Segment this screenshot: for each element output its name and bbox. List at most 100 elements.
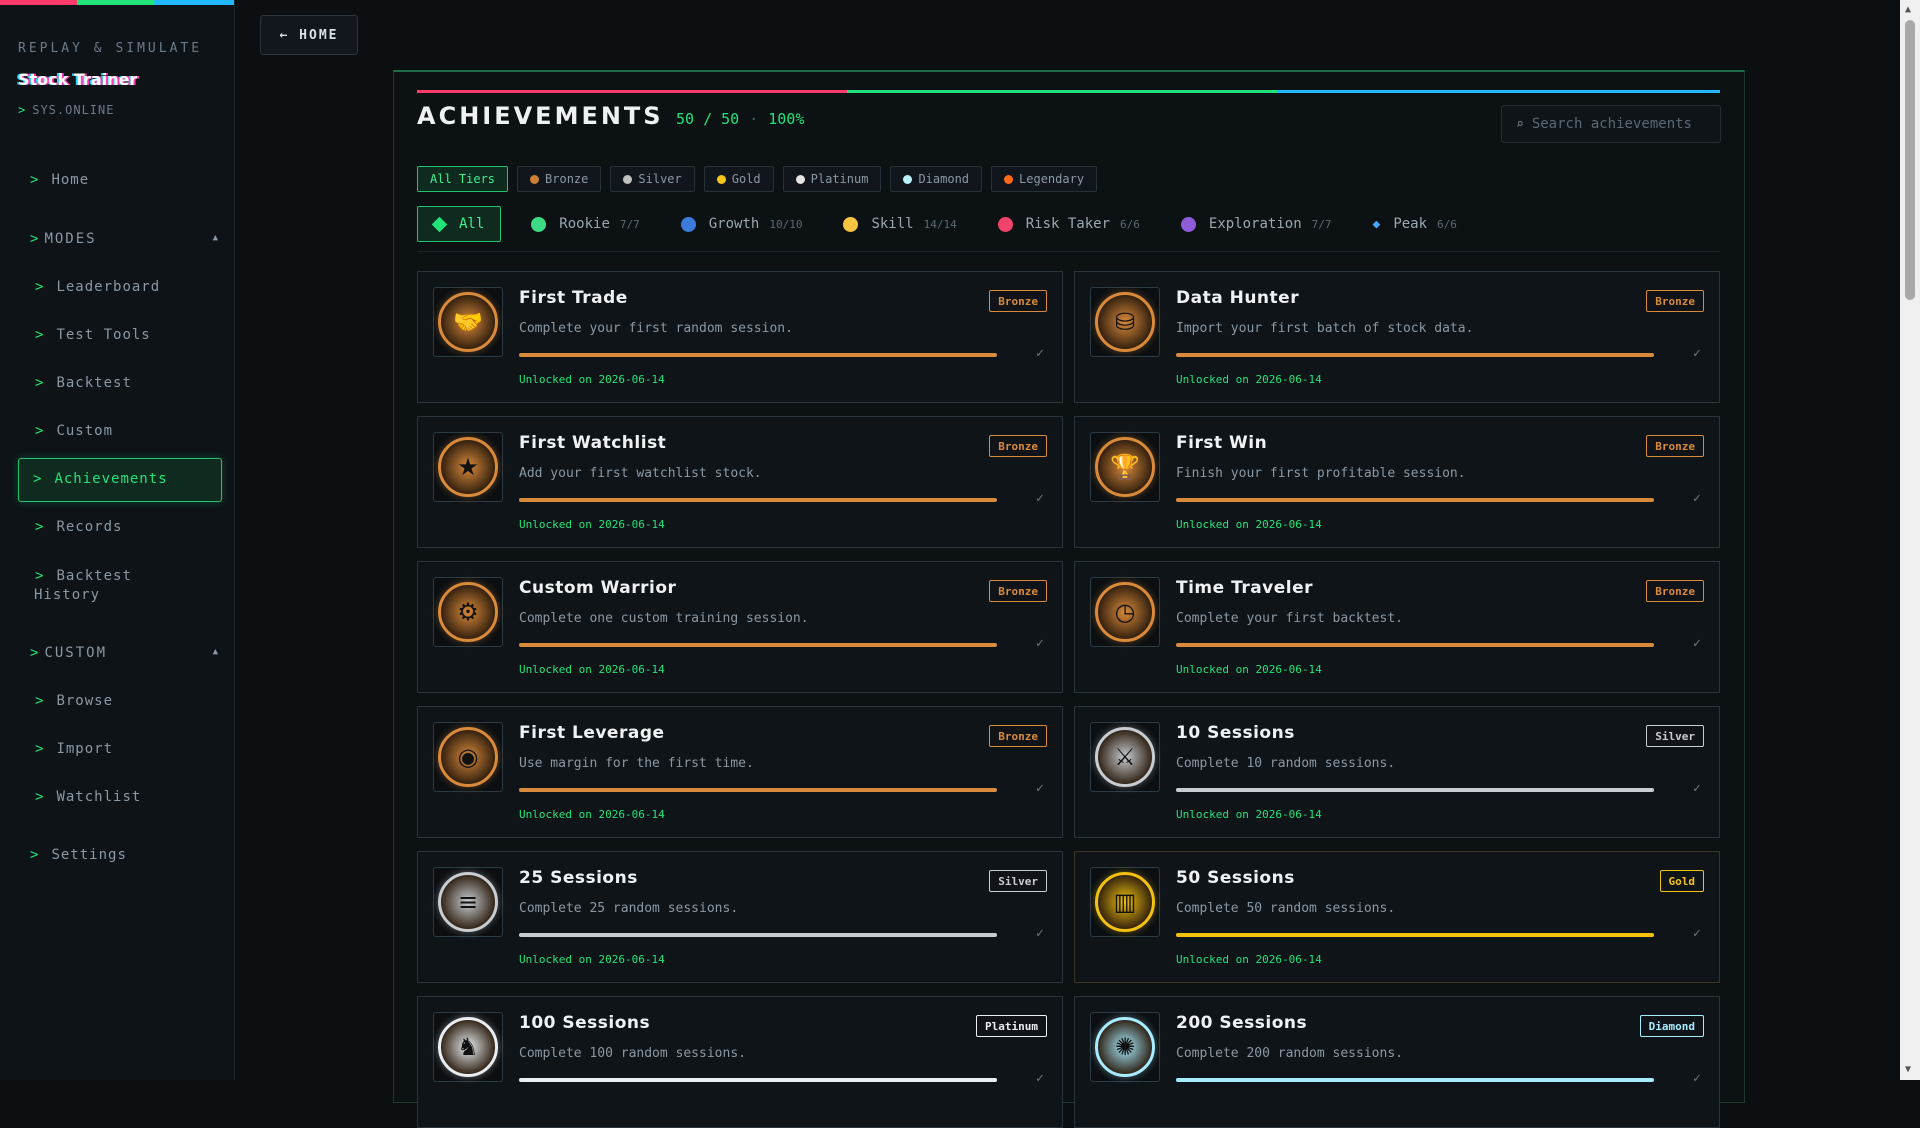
- category-filter-label: All: [459, 216, 485, 232]
- tier-filter-legendary[interactable]: Legendary: [991, 166, 1098, 192]
- scroll-up-icon[interactable]: ▲: [1905, 4, 1911, 15]
- prompt-glyph: >: [33, 471, 43, 487]
- database-icon: ⛁: [1095, 292, 1155, 352]
- scrollbar-thumb[interactable]: [1905, 20, 1915, 300]
- tier-dot-icon: [903, 174, 913, 184]
- sidebar-item-backtest[interactable]: > Backtest: [35, 375, 132, 391]
- star-icon: ★: [438, 437, 498, 497]
- achievement-title: First Trade: [519, 288, 628, 308]
- progress-fill: [519, 353, 997, 357]
- tier-badge: Bronze: [989, 290, 1047, 312]
- progress-fill: [1176, 498, 1654, 502]
- achievement-card[interactable]: ⚙ Custom Warrior Complete one custom train…: [417, 561, 1063, 693]
- sidebar-section-modes[interactable]: > MODES ▲: [30, 231, 220, 247]
- sidebar-item-records[interactable]: > Records: [35, 519, 122, 535]
- tier-filter-bronze[interactable]: Bronze: [517, 166, 602, 192]
- achievement-title: 10 Sessions: [1176, 723, 1295, 743]
- check-icon: ✓: [1693, 926, 1701, 941]
- category-filter-all[interactable]: All: [417, 206, 502, 242]
- category-filter-risk-taker[interactable]: Risk Taker 6/6: [997, 216, 1140, 232]
- tier-badge: Bronze: [1646, 435, 1704, 457]
- progress-fill: [1176, 788, 1654, 792]
- tier-dot-icon: [623, 174, 633, 184]
- achievement-card[interactable]: ♞ 100 Sessions Complete 100 random session…: [417, 996, 1063, 1128]
- sidebar-item-browse[interactable]: > Browse: [35, 693, 113, 709]
- sidebar-item-backtest-history[interactable]: > Backtest History: [34, 567, 132, 605]
- sidebar-item-achievements[interactable]: > Achievements: [18, 458, 222, 502]
- achievement-description: Complete 200 random sessions.: [1176, 1046, 1403, 1061]
- sidebar-section-custom[interactable]: > CUSTOM ▲: [30, 645, 220, 661]
- coins-icon: ◉: [438, 727, 498, 787]
- tier-filter-all-tiers[interactable]: All Tiers: [417, 166, 509, 192]
- achievement-card[interactable]: 🤝 First Trade Complete your first random s…: [417, 271, 1063, 403]
- achievement-badge: ⚙: [433, 577, 503, 647]
- sidebar-item-label: Browse: [56, 693, 114, 709]
- achievement-badge: ◉: [433, 722, 503, 792]
- prompt-glyph: >: [35, 789, 45, 805]
- category-filter-peak[interactable]: ◆ Peak 6/6: [1373, 216, 1457, 232]
- prompt-glyph: >: [30, 231, 41, 247]
- scrollbar[interactable]: ▲ ▼: [1900, 0, 1920, 1080]
- tier-filter-diamond[interactable]: Diamond: [890, 166, 983, 192]
- sidebar-item-label: Watchlist: [56, 789, 142, 805]
- search-input[interactable]: ⌕ Search achievements: [1501, 105, 1721, 143]
- tier-badge: Platinum: [976, 1015, 1047, 1037]
- achievement-card[interactable]: ★ First Watchlist Add your first watchlist…: [417, 416, 1063, 548]
- tally-icon: ≡: [438, 872, 498, 932]
- prompt-glyph: >: [30, 172, 40, 188]
- sidebar-item-label: Leaderboard: [56, 279, 161, 295]
- tier-dot-icon: [716, 174, 726, 184]
- unlocked-percent: 100%: [768, 110, 805, 128]
- gem-icon: ◆: [1372, 216, 1381, 232]
- tier-badge: Silver: [989, 870, 1047, 892]
- category-filter-label: Rookie: [559, 216, 610, 232]
- check-icon: ✓: [1693, 346, 1701, 361]
- achievement-card[interactable]: ◉ First Leverage Use margin for the first …: [417, 706, 1063, 838]
- check-icon: ✓: [1693, 1071, 1701, 1086]
- achievement-card[interactable]: ≡ 25 Sessions Complete 25 random sessions.…: [417, 851, 1063, 983]
- achievement-description: Use margin for the first time.: [519, 756, 754, 771]
- progress-fill: [519, 498, 997, 502]
- search-icon: ⌕: [1516, 116, 1524, 132]
- sword-icon: ⚔: [1095, 727, 1155, 787]
- achievement-card[interactable]: ✺ 200 Sessions Complete 200 random session…: [1074, 996, 1720, 1128]
- achievement-card[interactable]: ⛁ Data Hunter Import your first batch of s…: [1074, 271, 1720, 403]
- category-filter-growth[interactable]: Growth 10/10: [680, 216, 802, 232]
- sidebar-item-test-tools[interactable]: > Test Tools: [35, 327, 151, 343]
- sidebar-item-import[interactable]: > Import: [35, 741, 113, 757]
- sidebar-item-label: Backtest: [56, 568, 132, 584]
- home-button[interactable]: ← HOME: [260, 15, 358, 55]
- sidebar-item-settings[interactable]: > Settings: [30, 847, 127, 863]
- achievement-badge: ⚔: [1090, 722, 1160, 792]
- achievement-title: 50 Sessions: [1176, 868, 1295, 888]
- progress-bar: [519, 1078, 997, 1082]
- sidebar-item-leaderboard[interactable]: > Leaderboard: [35, 279, 160, 295]
- check-icon: ✓: [1693, 636, 1701, 651]
- category-filter-exploration[interactable]: Exploration 7/7: [1180, 216, 1332, 232]
- category-filter-skill[interactable]: Skill 14/14: [843, 216, 957, 232]
- achievement-card[interactable]: ◷ Time Traveler Complete your first backte…: [1074, 561, 1720, 693]
- sidebar-item-custom[interactable]: > Custom: [35, 423, 113, 439]
- sidebar-item-home[interactable]: > Home: [30, 172, 89, 188]
- tier-filter-platinum[interactable]: Platinum: [782, 166, 882, 192]
- burst-icon: ✺: [1095, 1017, 1155, 1077]
- sidebar-item-label: Import: [56, 741, 114, 757]
- achievement-badge: ♞: [433, 1012, 503, 1082]
- sidebar-item-label: Settings: [51, 847, 127, 863]
- progress-bar: [519, 643, 997, 647]
- sidebar-item-watchlist[interactable]: > Watchlist: [35, 789, 141, 805]
- tier-filter-gold[interactable]: Gold: [703, 166, 774, 192]
- progress-fill: [1176, 1078, 1654, 1082]
- category-filter-rookie[interactable]: Rookie 7/7: [531, 216, 640, 232]
- achievement-description: Import your first batch of stock data.: [1176, 321, 1474, 336]
- achievement-card[interactable]: ▥ 50 Sessions Complete 50 random sessions.…: [1074, 851, 1720, 983]
- panel-accent-bar: [417, 90, 1720, 93]
- scroll-down-icon[interactable]: ▼: [1905, 1064, 1911, 1075]
- progress-bar: [519, 353, 997, 357]
- achievement-card[interactable]: 🏆 First Win Finish your first profitable s…: [1074, 416, 1720, 548]
- achievements-panel: ACHIEVEMENTS 50 / 50 · 100% ⌕ Search achiev…: [393, 70, 1745, 1128]
- achievement-title: Data Hunter: [1176, 288, 1300, 308]
- achievement-card[interactable]: ⚔ 10 Sessions Complete 10 random sessions.…: [1074, 706, 1720, 838]
- progress-bar: [1176, 498, 1654, 502]
- tier-filter-silver[interactable]: Silver: [610, 166, 695, 192]
